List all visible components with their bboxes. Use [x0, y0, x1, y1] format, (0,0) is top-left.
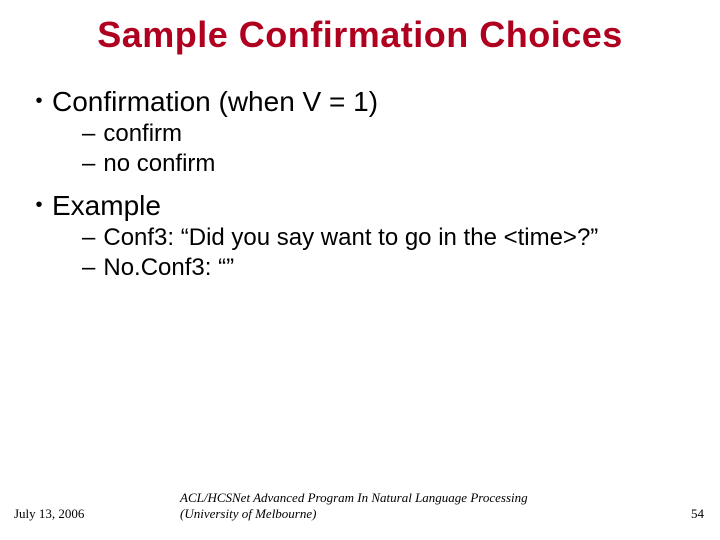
- footer-center: ACL/HCSNet Advanced Program In Natural L…: [180, 490, 540, 522]
- dash-icon: –: [82, 150, 95, 178]
- subbullet-text: No.Conf3: “”: [103, 254, 234, 281]
- dash-icon: –: [82, 224, 95, 252]
- slide-title: Sample Confirmation Choices: [0, 0, 720, 56]
- bullet-example: • Example: [34, 190, 694, 222]
- slide-content: •Confirmation (when V = 1) –confirm –no …: [0, 56, 720, 282]
- footer-page-number: 54: [691, 506, 704, 522]
- subbullet-text: no confirm: [103, 150, 215, 177]
- bullet-text: Confirmation (when V = 1): [52, 86, 378, 117]
- subbullet-conf3: –Conf3: “Did you say want to go in the <…: [82, 224, 694, 252]
- subbullet-confirm: –confirm: [82, 120, 694, 148]
- footer-date: July 13, 2006: [14, 506, 84, 522]
- bullet-dot-icon: •: [34, 90, 44, 113]
- subbullet-text: Conf3: “Did you say want to go in the <t…: [103, 224, 598, 251]
- bullet-dot-icon: •: [34, 194, 44, 217]
- bullet-confirmation: • Confirmation (when V = 1): [34, 86, 694, 118]
- bullet-text: Example: [52, 190, 161, 221]
- subbullet-no-confirm: –no confirm: [82, 150, 694, 178]
- dash-icon: –: [82, 120, 95, 148]
- subbullet-text: confirm: [103, 120, 182, 147]
- slide: Sample Confirmation Choices • Confirmatio…: [0, 0, 720, 540]
- subbullet-noconf3: –No.Conf3: “”: [82, 254, 694, 282]
- dash-icon: –: [82, 254, 95, 282]
